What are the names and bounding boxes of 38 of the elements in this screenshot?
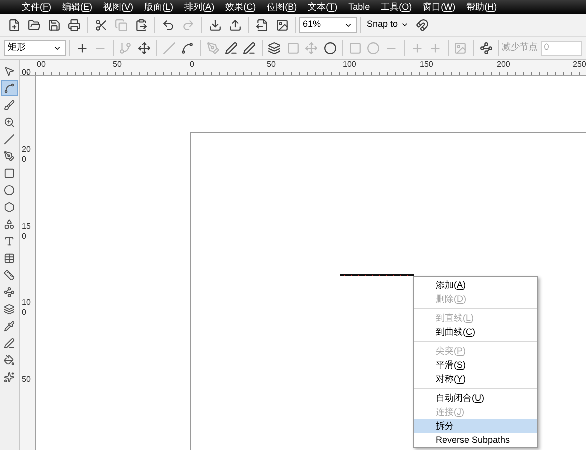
ruler-label: 100 [22, 298, 32, 318]
chevron-down-icon [401, 21, 410, 29]
menu-item[interactable]: 窗口(W) [423, 1, 456, 13]
menu-item[interactable]: 对称(Y) [414, 372, 537, 386]
menu-item[interactable]: Reverse Subpaths [414, 433, 537, 447]
menu-item[interactable]: 位图(B) [267, 1, 298, 13]
menu-item[interactable]: 平滑(S) [414, 358, 537, 372]
snap-dropdown[interactable]: Snap to [364, 17, 412, 33]
ruler-label: 50 [113, 60, 122, 70]
ruler-label: 200 [22, 145, 32, 165]
ruler-label: 0 [190, 60, 194, 70]
ruler-label: 00 [37, 60, 46, 70]
menu-item[interactable]: 效果(C) [226, 1, 256, 13]
menu-item[interactable]: 拆分 [414, 419, 537, 433]
ruler-label: 100 [343, 60, 356, 70]
ruler-label: 50 [22, 375, 32, 385]
ruler-label: 200 [497, 60, 510, 70]
menu-item[interactable]: 版面(L) [144, 1, 174, 13]
menu-item[interactable]: 添加(A) [414, 278, 537, 292]
menu-item[interactable]: 到曲线(C) [414, 325, 537, 339]
menu-item[interactable]: 帮助(H) [466, 1, 498, 13]
ruler-label: 150 [22, 222, 32, 242]
menu-item[interactable]: 工具(O) [381, 1, 412, 13]
zoom-field[interactable]: 61% [299, 17, 357, 33]
menu-item[interactable]: 排列(A) [184, 1, 215, 13]
menu-item[interactable]: 自动闭合(U) [414, 391, 537, 405]
curve-icon[interactable] [1, 80, 18, 96]
ruler-label: 150 [420, 60, 434, 70]
menu-item[interactable]: Table [348, 1, 370, 13]
ruler-label: 250 [573, 60, 586, 70]
object-type-field[interactable]: 矩形 [4, 40, 66, 56]
ruler-label: 50 [267, 60, 276, 70]
menu-item[interactable]: 编辑(E) [62, 1, 93, 13]
menu-item[interactable]: 文件(F) [22, 1, 52, 13]
ruler-label: 00 [22, 68, 32, 78]
menu-item[interactable]: 视图(V) [104, 1, 134, 13]
reduce-nodes-label: 减少节点 [502, 41, 538, 54]
menu-item[interactable]: 文本(T) [308, 1, 338, 13]
